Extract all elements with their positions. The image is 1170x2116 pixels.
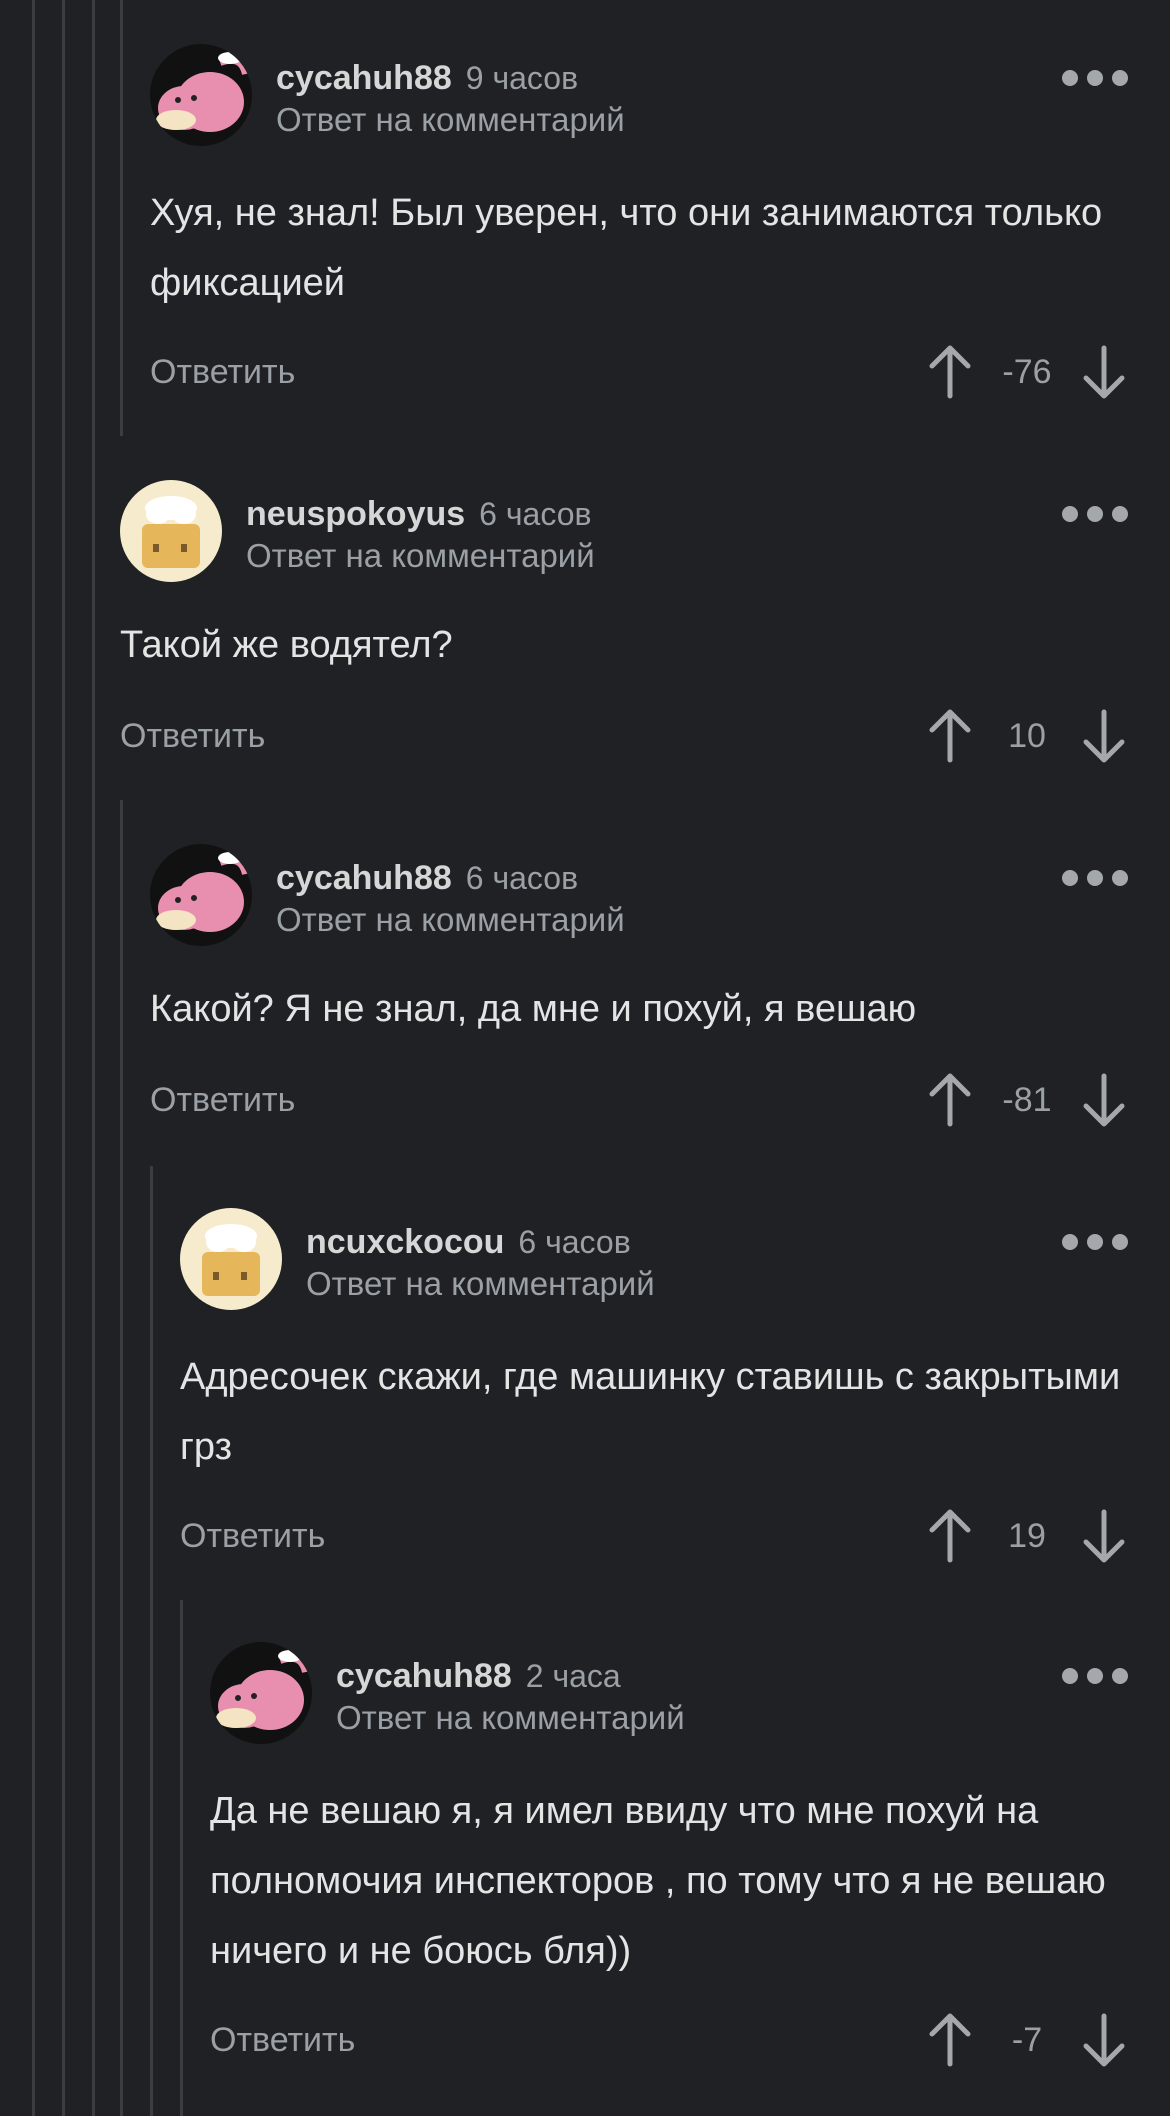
reply-button[interactable]: Ответить — [210, 2010, 355, 2070]
timestamp: 6 часов — [465, 860, 579, 896]
more-options-icon[interactable] — [1062, 502, 1128, 526]
username[interactable]: ncuxckocou — [306, 1223, 504, 1261]
rating-value: 10 — [1008, 716, 1046, 755]
username[interactable]: cycahuh88 — [336, 1657, 512, 1695]
rating-value: 19 — [1008, 1516, 1046, 1555]
comment-footer: Ответить -7 — [210, 2010, 1128, 2070]
thread-line — [62, 0, 65, 2116]
arrow-down-icon[interactable] — [1080, 344, 1128, 400]
slowpoke-avatar[interactable] — [210, 1642, 312, 1744]
reply-button[interactable]: Ответить — [150, 1070, 295, 1130]
arrow-down-icon[interactable] — [1080, 1508, 1128, 1564]
comment-footer: Ответить 10 — [120, 706, 1128, 766]
reply-button[interactable]: Ответить — [150, 342, 295, 402]
thread-line — [120, 0, 123, 436]
arrow-up-icon[interactable] — [926, 344, 974, 400]
comment-text: Такой же водятел? — [120, 624, 453, 666]
reply-to-label[interactable]: Ответ на комментарий — [246, 536, 595, 576]
vote-controls: 19 — [926, 1506, 1128, 1566]
thread-line — [120, 800, 123, 2116]
vote-controls: -76 — [926, 342, 1128, 402]
timestamp: 2 часа — [525, 1658, 621, 1694]
comment-header: cycahuh88 2 часа Ответ на комментарий — [336, 1646, 1128, 1746]
arrow-up-icon[interactable] — [926, 1072, 974, 1128]
vote-controls: -7 — [926, 2010, 1128, 2070]
reply-button[interactable]: Ответить — [180, 1506, 325, 1566]
comment-text: Хуя, не знал! Был уверен, что они занима… — [150, 192, 1103, 304]
comment: cycahuh88 2 часа Ответ на комментарий Да … — [210, 1642, 1128, 2072]
comment-footer: Ответить 19 — [180, 1506, 1128, 1566]
rating-value: -7 — [1011, 2020, 1043, 2059]
cheese-avatar[interactable] — [180, 1208, 282, 1310]
reply-button[interactable]: Ответить — [120, 706, 265, 766]
rating-value: -81 — [1002, 1080, 1052, 1119]
arrow-up-icon[interactable] — [926, 2012, 974, 2068]
comment-text: Какой? Я не знал, да мне и похуй, я веша… — [150, 988, 917, 1030]
reply-to-label[interactable]: Ответ на комментарий — [276, 100, 625, 140]
more-options-icon[interactable] — [1062, 66, 1128, 90]
arrow-down-icon[interactable] — [1080, 2012, 1128, 2068]
more-options-icon[interactable] — [1062, 866, 1128, 890]
timestamp: 6 часов — [518, 1224, 631, 1260]
timestamp: 6 часов — [479, 496, 592, 532]
thread-line — [32, 0, 35, 2116]
comment-header: neuspokoyus 6 часов Ответ на комментарий — [246, 484, 1128, 584]
comment: neuspokoyus 6 часов Ответ на комментарий … — [120, 480, 1128, 770]
comment-text: Да не вешаю я, я имел ввиду что мне поху… — [210, 1790, 1106, 1972]
thread-line — [150, 1166, 153, 2116]
arrow-up-icon[interactable] — [926, 1508, 974, 1564]
arrow-up-icon[interactable] — [926, 708, 974, 764]
comment-text: Адресочек скажи, где машинку ставишь с з… — [180, 1356, 1121, 1468]
slowpoke-avatar[interactable] — [150, 44, 252, 146]
comment: ncuxckocou 6 часов Ответ на комментарий А… — [180, 1208, 1128, 1568]
slowpoke-avatar[interactable] — [150, 844, 252, 946]
username[interactable]: cycahuh88 — [276, 859, 452, 897]
username[interactable]: neuspokoyus — [246, 495, 465, 533]
rating-value: -76 — [1002, 352, 1052, 391]
comment: cycahuh88 6 часов Ответ на комментарий Ка… — [150, 844, 1128, 1134]
comment: cycahuh88 9 часов Ответ на комментарий Ху… — [150, 44, 1128, 404]
vote-controls: -81 — [926, 1070, 1128, 1130]
comment-header: cycahuh88 6 часов Ответ на комментарий — [276, 848, 1128, 948]
comment-header: cycahuh88 9 часов Ответ на комментарий — [276, 48, 1128, 148]
vote-controls: 10 — [926, 706, 1128, 766]
comment-footer: Ответить -81 — [150, 1070, 1128, 1130]
comment-footer: Ответить -76 — [150, 342, 1128, 402]
more-options-icon[interactable] — [1062, 1230, 1128, 1254]
comment-header: ncuxckocou 6 часов Ответ на комментарий — [306, 1212, 1128, 1312]
thread-line — [92, 0, 95, 2116]
more-options-icon[interactable] — [1062, 1664, 1128, 1688]
arrow-down-icon[interactable] — [1080, 708, 1128, 764]
arrow-down-icon[interactable] — [1080, 1072, 1128, 1128]
username[interactable]: cycahuh88 — [276, 59, 452, 97]
reply-to-label[interactable]: Ответ на комментарий — [306, 1264, 655, 1304]
thread-line — [180, 1600, 183, 2116]
timestamp: 9 часов — [465, 60, 579, 96]
reply-to-label[interactable]: Ответ на комментарий — [276, 900, 625, 940]
cheese-avatar[interactable] — [120, 480, 222, 582]
reply-to-label[interactable]: Ответ на комментарий — [336, 1698, 685, 1738]
